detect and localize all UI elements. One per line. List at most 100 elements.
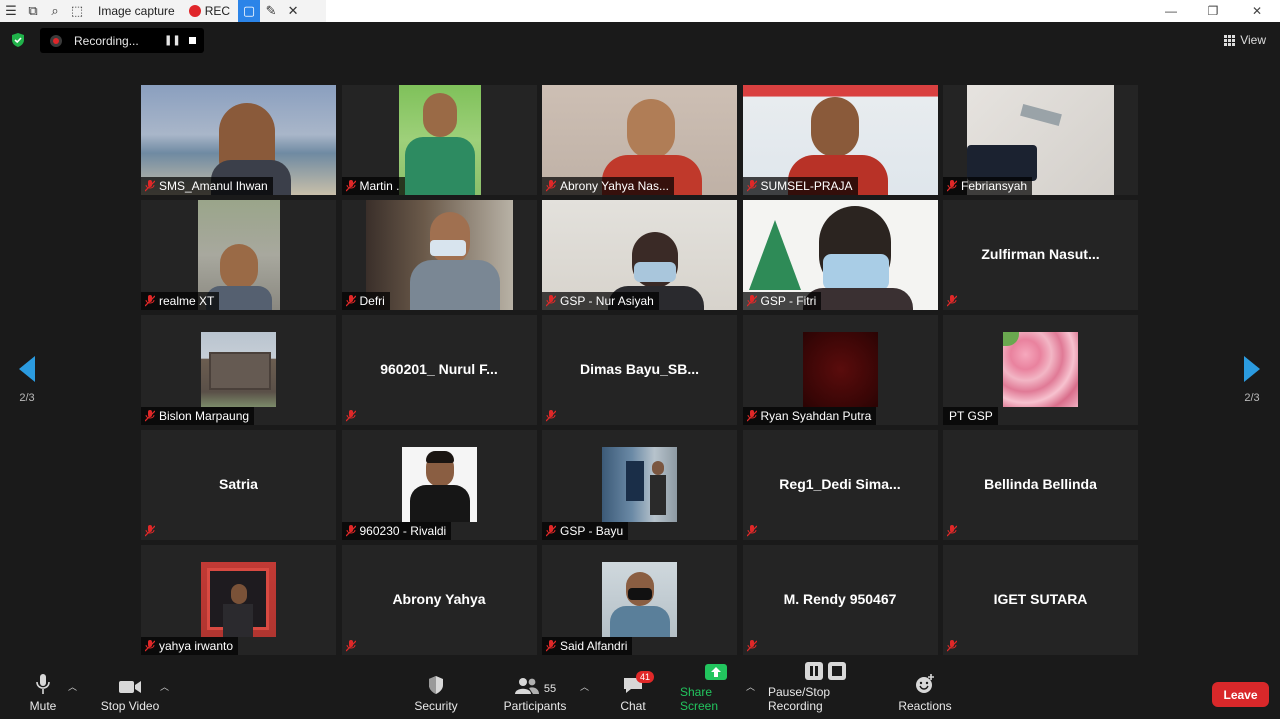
participants-options-caret-icon[interactable]: ︿: [580, 680, 589, 693]
capture-title: Image capture: [98, 4, 175, 18]
participant-name-bar: [342, 637, 365, 655]
participant-name-bar: GSP - Bayu: [542, 522, 629, 540]
close-capture-icon[interactable]: ✕: [282, 0, 304, 22]
participant-name-bar: PT GSP: [943, 407, 998, 425]
muted-mic-icon: [342, 292, 360, 310]
next-page-button[interactable]: 2/3: [1237, 356, 1267, 404]
muted-mic-icon: [141, 522, 159, 540]
participant-name: Said Alfandri: [560, 639, 628, 653]
participant-name-bar: Martin .: [341, 177, 405, 195]
pause-stop-recording-button[interactable]: Pause/Stop Recording: [768, 662, 884, 719]
participant-tile[interactable]: yahya irwanto: [141, 545, 336, 655]
reactions-button[interactable]: Reactions: [898, 666, 952, 719]
recording-label: Pause/Stop Recording: [768, 685, 831, 713]
previous-page-button[interactable]: 2/3: [12, 356, 42, 404]
participant-tile[interactable]: Febriansyah: [943, 85, 1138, 195]
select-region-icon[interactable]: ▢: [238, 0, 261, 22]
participant-name-bar: [943, 522, 966, 540]
participant-tile[interactable]: 960230 - Rivaldi: [341, 430, 537, 540]
minimize-icon[interactable]: —: [1148, 0, 1194, 22]
menu-icon[interactable]: ☰: [0, 0, 22, 22]
participant-name: GSP - Fitri: [760, 294, 817, 308]
participant-name: realme XT: [159, 294, 215, 308]
rec-label: REC: [204, 4, 231, 18]
record-dot-icon: [188, 5, 201, 17]
participant-tile[interactable]: Ryan Syahdan Putra: [742, 315, 938, 425]
participant-tile[interactable]: SUMSEL-PRAJA: [742, 85, 938, 195]
participant-name: SUMSEL-PRAJA: [760, 179, 853, 193]
muted-mic-icon: [743, 292, 761, 310]
participant-tile[interactable]: Defri: [341, 200, 537, 310]
participant-display-name: Zulfirman Nasut...: [981, 246, 1100, 262]
mute-button[interactable]: Mute: [22, 666, 64, 719]
security-button[interactable]: Security: [412, 666, 460, 719]
muted-mic-icon: [141, 177, 159, 195]
reactions-smiley-icon: [914, 669, 936, 695]
participant-tile[interactable]: M. Rendy 950467: [742, 545, 938, 655]
stop-video-button[interactable]: Stop Video: [98, 666, 162, 719]
participant-tile[interactable]: Abrony Yahya: [341, 545, 537, 655]
participant-name-bar: GSP - Nur Asiyah: [542, 292, 659, 310]
chat-unread-badge: 41: [636, 671, 655, 683]
view-label: View: [1240, 33, 1266, 47]
close-window-icon[interactable]: ✕: [1234, 0, 1280, 22]
pen-icon[interactable]: ✎: [260, 0, 282, 22]
participant-tile[interactable]: realme XT: [141, 200, 336, 310]
participant-name: Ryan Syahdan Putra: [760, 409, 872, 423]
participant-tile[interactable]: GSP - Fitri: [742, 200, 938, 310]
muted-mic-icon: [943, 177, 961, 195]
participant-tile[interactable]: Martin .: [341, 85, 537, 195]
participant-tile[interactable]: Bellinda Bellinda: [943, 430, 1138, 540]
crop-icon[interactable]: ⬚: [66, 0, 88, 22]
participant-tile[interactable]: Bislon Marpaung: [141, 315, 336, 425]
muted-mic-icon: [743, 177, 761, 195]
participant-tile[interactable]: Abrony Yahya Nas...: [542, 85, 737, 195]
participant-tile[interactable]: GSP - Nur Asiyah: [542, 200, 737, 310]
share-screen-button[interactable]: Share Screen: [680, 664, 752, 719]
muted-mic-icon: [542, 177, 560, 195]
participant-name: GSP - Bayu: [560, 524, 624, 538]
participant-tile[interactable]: IGET SUTARA: [943, 545, 1138, 655]
participant-name-bar: Bislon Marpaung: [141, 407, 255, 425]
rec-button[interactable]: REC: [188, 4, 238, 18]
muted-mic-icon: [542, 292, 560, 310]
participant-tile[interactable]: SMS_Amanul Ihwan: [141, 85, 336, 195]
participant-name: Martin .: [359, 179, 400, 193]
search-capture-icon[interactable]: ⌕: [44, 0, 66, 22]
audio-options-caret-icon[interactable]: ︿: [68, 680, 77, 693]
muted-mic-icon: [943, 522, 961, 540]
muted-mic-icon: [342, 637, 360, 655]
chat-button[interactable]: Chat 41: [614, 666, 655, 719]
window-titlebar: [326, 0, 1280, 22]
participant-tile[interactable]: Zulfirman Nasut...: [943, 200, 1138, 310]
restore-icon[interactable]: ❐: [1190, 0, 1236, 22]
participant-name: Abrony Yahya Nas...: [560, 179, 669, 193]
capture-toolbar: ☰ ⧉ ⌕ ⬚ Image capture REC ▢ ✎ ✕: [0, 0, 326, 22]
participant-tile[interactable]: GSP - Bayu: [542, 430, 737, 540]
participant-tile[interactable]: Satria: [141, 430, 336, 540]
participants-button[interactable]: 55 Participants: [503, 666, 567, 719]
participant-name-bar: Said Alfandri: [542, 637, 633, 655]
participant-tile[interactable]: 960201_ Nurul F...: [341, 315, 537, 425]
participant-name: PT GSP: [949, 409, 993, 423]
stop-recording-icon[interactable]: [180, 37, 204, 44]
participant-tile[interactable]: PT GSP: [943, 315, 1138, 425]
participant-tile[interactable]: Reg1_Dedi Sima...: [742, 430, 938, 540]
encryption-shield-icon[interactable]: [10, 32, 26, 48]
participant-name: SMS_Amanul Ihwan: [159, 179, 268, 193]
participant-display-name: Bellinda Bellinda: [984, 476, 1097, 492]
stop-video-label: Stop Video: [100, 699, 160, 713]
pause-recording-icon[interactable]: ❚❚: [164, 35, 181, 46]
share-options-caret-icon[interactable]: ︿: [746, 680, 755, 693]
copy-icon[interactable]: ⧉: [22, 0, 44, 22]
participant-tile[interactable]: Dimas Bayu_SB...: [542, 315, 737, 425]
participant-tile[interactable]: Said Alfandri: [542, 545, 737, 655]
muted-mic-icon: [743, 637, 761, 655]
video-options-caret-icon[interactable]: ︿: [160, 680, 169, 693]
view-button[interactable]: View: [1224, 33, 1266, 47]
participant-name-bar: 960230 - Rivaldi: [341, 522, 452, 540]
leave-button[interactable]: Leave: [1212, 682, 1269, 707]
participant-name-bar: Abrony Yahya Nas...: [542, 177, 674, 195]
participant-name-bar: [743, 637, 766, 655]
muted-mic-icon: [141, 637, 159, 655]
